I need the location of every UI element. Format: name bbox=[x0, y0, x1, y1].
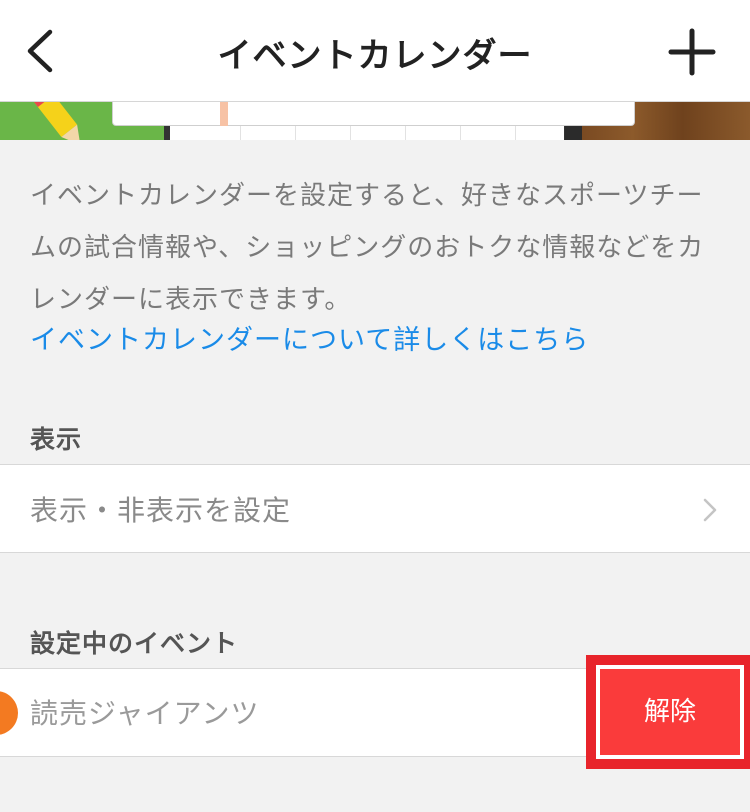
plus-icon[interactable] bbox=[668, 28, 716, 76]
events-section-header: 設定中のイベント bbox=[30, 629, 239, 658]
team-badge-icon bbox=[0, 691, 18, 735]
calendar-marker bbox=[220, 102, 228, 126]
calendar-sheet-illustration bbox=[112, 102, 635, 126]
event-name: 読売ジャイアンツ bbox=[30, 697, 260, 730]
back-chevron-icon[interactable] bbox=[18, 26, 62, 76]
header-illustration bbox=[0, 102, 750, 140]
display-section-header: 表示 bbox=[30, 425, 83, 454]
navigation-bar: イベントカレンダー bbox=[0, 0, 750, 102]
description-text: イベントカレンダーを設定すると、好きなスポーツチームの試合情報や、ショッピングの… bbox=[30, 181, 705, 315]
chevron-right-icon bbox=[703, 498, 717, 522]
display-settings-label: 表示・非表示を設定 bbox=[30, 494, 292, 527]
page-title: イベントカレンダー bbox=[217, 36, 533, 76]
unset-button[interactable]: 解除 bbox=[596, 665, 744, 759]
learn-more-link[interactable]: イベントカレンダーについて詳しくはこちら bbox=[30, 318, 589, 357]
pencil-illustration bbox=[30, 102, 81, 140]
display-settings-row[interactable]: 表示・非表示を設定 bbox=[0, 464, 750, 553]
